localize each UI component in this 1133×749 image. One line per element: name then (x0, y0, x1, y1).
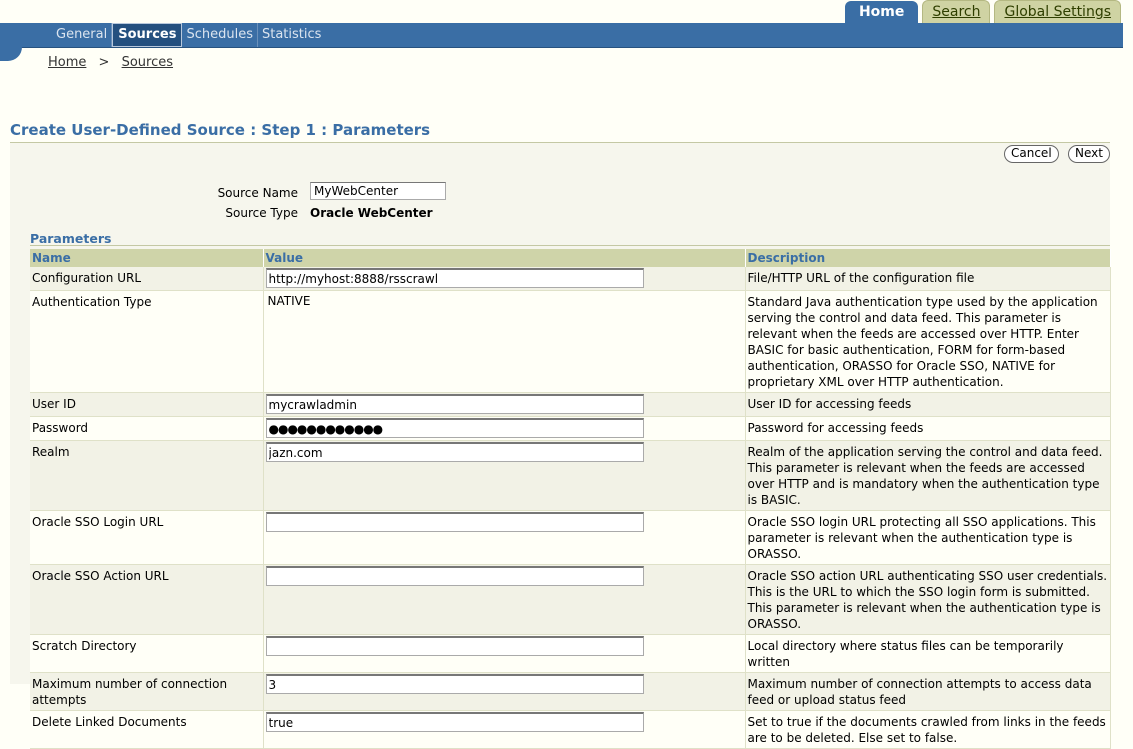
param-value-cell: NATIVE (263, 290, 746, 393)
table-row: Realm Realm of the application serving t… (30, 440, 1111, 511)
param-value-cell (263, 634, 746, 673)
breadcrumb-separator: > (98, 55, 110, 70)
param-description: Oracle SSO login URL protecting all SSO … (745, 510, 1111, 565)
breadcrumb: Home > Sources (48, 55, 173, 70)
param-description: Password for accessing feeds (745, 416, 1111, 441)
param-name: Delete Linked Documents (30, 710, 264, 749)
table-header-row: Name Value Description (30, 249, 1111, 267)
table-row: Authentication Type NATIVE Standard Java… (30, 290, 1111, 393)
param-name: User ID (30, 392, 264, 417)
header-description: Description (745, 249, 1111, 267)
source-name-label: Source Name (217, 186, 298, 200)
param-description: User ID for accessing feeds (745, 392, 1111, 417)
param-value-cell (263, 440, 746, 511)
param-name: Oracle SSO Action URL (30, 564, 264, 635)
param-name: Realm (30, 440, 264, 511)
max-connection-attempts-input[interactable] (265, 674, 644, 694)
header-name: Name (30, 249, 264, 267)
cancel-button[interactable]: Cancel (1004, 145, 1059, 163)
sso-login-url-input[interactable] (265, 512, 644, 532)
breadcrumb-home-link[interactable]: Home (48, 55, 86, 70)
next-button[interactable]: Next (1068, 145, 1110, 163)
scratch-directory-input[interactable] (265, 636, 644, 656)
param-value-cell (263, 672, 746, 711)
subtab-general[interactable]: General (52, 23, 113, 47)
param-description: Set to true if the documents crawled fro… (745, 710, 1111, 749)
param-description: Maximum number of connection attempts to… (745, 672, 1111, 711)
param-name: Scratch Directory (30, 634, 264, 673)
delete-linked-documents-input[interactable] (265, 712, 644, 732)
page-title: Create User-Defined Source : Step 1 : Pa… (10, 121, 1110, 143)
table-row: Maximum number of connection attempts Ma… (30, 672, 1111, 711)
sso-action-url-input[interactable] (265, 566, 644, 586)
table-row: Oracle SSO Login URL Oracle SSO login UR… (30, 510, 1111, 565)
param-value-cell (263, 710, 746, 749)
param-value-cell (263, 416, 746, 441)
header-value: Value (263, 249, 746, 267)
subtab-sources[interactable]: Sources (112, 23, 183, 47)
param-value-cell (263, 510, 746, 565)
subtab-schedules[interactable]: Schedules (182, 23, 258, 47)
table-row: Delete Linked Documents Set to true if t… (30, 710, 1111, 749)
authentication-type-textarea[interactable]: NATIVE (265, 293, 644, 388)
source-type-value: Oracle WebCenter (310, 206, 433, 220)
breadcrumb-sources-link[interactable]: Sources (122, 55, 173, 70)
subtab-statistics[interactable]: Statistics (258, 23, 325, 47)
tab-home[interactable]: Home (844, 1, 919, 23)
param-name: Password (30, 416, 264, 441)
param-value-cell (263, 392, 746, 417)
param-name: Oracle SSO Login URL (30, 510, 264, 565)
param-description: File/HTTP URL of the configuration file (745, 267, 1111, 291)
password-input[interactable] (265, 418, 644, 438)
param-description: Realm of the application serving the con… (745, 440, 1111, 511)
nav-bar: General Sources Schedules Statistics (0, 23, 1123, 61)
table-row: Scratch Directory Local directory where … (30, 634, 1111, 673)
table-row: User ID User ID for accessing feeds (30, 392, 1111, 417)
tab-search[interactable]: Search (922, 0, 991, 23)
user-id-input[interactable] (265, 394, 644, 414)
param-name: Maximum number of connection attempts (30, 672, 264, 711)
source-name-input[interactable] (310, 182, 446, 200)
sub-tabs: General Sources Schedules Statistics (52, 23, 325, 47)
table-row: Password Password for accessing feeds (30, 416, 1111, 441)
param-description: Oracle SSO action URL authenticating SSO… (745, 564, 1111, 635)
param-name: Authentication Type (30, 290, 264, 393)
source-type-label: Source Type (225, 206, 298, 220)
content-area: Cancel Next Source Name Source Type Orac… (10, 143, 1111, 749)
table-row: Configuration URL File/HTTP URL of the c… (30, 267, 1111, 291)
section-divider (30, 245, 1110, 246)
parameters-section-title: Parameters (30, 231, 112, 246)
param-description: Standard Java authentication type used b… (745, 290, 1111, 393)
param-value-cell (263, 267, 746, 291)
top-tabs: Home Search Global Settings (841, 0, 1121, 23)
table-row: Oracle SSO Action URL Oracle SSO action … (30, 564, 1111, 635)
param-description: Local directory where status files can b… (745, 634, 1111, 673)
configuration-url-input[interactable] (265, 268, 644, 288)
realm-input[interactable] (265, 442, 644, 462)
parameters-table: Name Value Description Configuration URL… (30, 249, 1111, 749)
param-value-cell (263, 564, 746, 635)
param-name: Configuration URL (30, 267, 264, 291)
tab-global-settings[interactable]: Global Settings (994, 0, 1121, 23)
